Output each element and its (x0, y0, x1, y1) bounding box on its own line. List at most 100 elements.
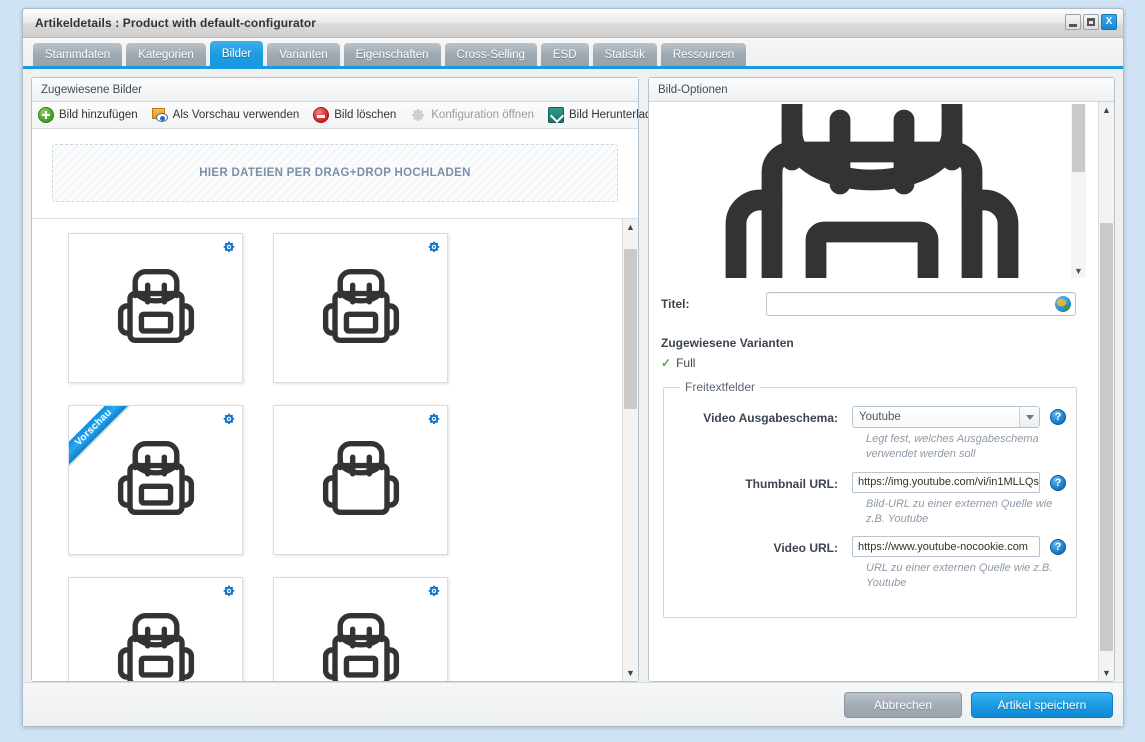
thumbnail-grid-area: Vorschau ▲ ▼ (32, 219, 638, 681)
freetext-fieldset: Freitextfelder Video Ausgabeschema: Yout… (663, 380, 1077, 619)
tab-stammdaten[interactable]: Stammdaten (33, 43, 123, 66)
tab-ressourcen[interactable]: Ressourcen (660, 43, 747, 66)
minus-circle-red-icon (313, 107, 330, 123)
options-scroll-track[interactable] (1099, 118, 1114, 665)
options-scroll-thumb[interactable] (1100, 223, 1113, 651)
main-content: Zugewiesene Bilder Bild hinzufügen Als V… (23, 69, 1123, 682)
add-image-button[interactable]: Bild hinzufügen (38, 107, 138, 123)
options-scroll-down-arrow[interactable]: ▼ (1099, 665, 1115, 681)
article-details-window: Artikeldetails : Product with default-co… (22, 8, 1124, 727)
minimize-button[interactable] (1065, 14, 1081, 30)
backpack-with-pocket (104, 254, 208, 363)
video-url-label: Video URL: (773, 541, 838, 556)
gear-blue-icon[interactable] (222, 584, 236, 598)
scroll-thumb[interactable] (624, 249, 637, 409)
preview-scroll-down-arrow[interactable]: ▼ (1071, 264, 1086, 278)
backpack-with-pocket (309, 254, 413, 363)
check-icon: ✓ (661, 356, 672, 370)
open-configuration-label: Konfiguration öffnen (431, 109, 534, 121)
thumbnail-url-row: Thumbnail URL: https://img.youtube.com/v… (674, 471, 1066, 493)
thumbnail-scrollbar[interactable]: ▲ ▼ (622, 219, 638, 681)
cancel-button[interactable]: Abbrechen (844, 691, 962, 718)
image-thumbnail[interactable] (273, 233, 448, 383)
backpack-preview (104, 426, 208, 535)
dropzone-wrapper: HIER DATEIEN PER DRAG+DROP HOCHLADEN (32, 129, 638, 219)
thumbnail-grid: Vorschau (32, 219, 622, 681)
use-as-preview-label: Als Vorschau verwenden (172, 109, 300, 121)
images-toolbar: Bild hinzufügen Als Vorschau verwenden B… (32, 102, 664, 129)
tab-eigenschaften[interactable]: Eigenschaften (343, 43, 441, 66)
image-options-scroll-content: ▼ Titel: Zugewiesene Varianten ✓ Full Fr… (649, 102, 1098, 681)
gear-blue-icon[interactable] (427, 584, 441, 598)
chevron-down-icon[interactable] (1019, 407, 1039, 427)
title-input[interactable] (766, 292, 1076, 316)
scroll-down-arrow[interactable]: ▼ (623, 665, 639, 681)
title-field-row: Titel: (649, 292, 1098, 316)
gear-blue-icon[interactable] (222, 240, 236, 254)
gear-blue-icon[interactable] (427, 412, 441, 426)
window-title: Artikeldetails : Product with default-co… (35, 16, 317, 30)
add-image-label: Bild hinzufügen (59, 109, 138, 121)
image-options-header: Bild-Optionen (649, 78, 1114, 102)
close-button[interactable]: X (1101, 14, 1117, 30)
thumbnail-url-input[interactable]: https://img.youtube.com/vi/in1MLLQs (852, 471, 1040, 493)
file-dropzone[interactable]: HIER DATEIEN PER DRAG+DROP HOCHLADEN (52, 144, 618, 202)
video-output-schema-help-button[interactable]: ? (1050, 409, 1066, 425)
backpack-with-pocket (309, 598, 413, 681)
open-configuration-button[interactable]: Konfiguration öffnen (410, 107, 534, 123)
video-output-schema-label: Video Ausgabeschema: (703, 411, 838, 425)
video-url-input[interactable]: https://www.youtube-nocookie.com (852, 536, 1040, 558)
video-output-schema-row: Video Ausgabeschema: Youtube ? (674, 406, 1066, 428)
window-controls: X (1065, 14, 1117, 30)
video-output-schema-select[interactable]: Youtube (852, 406, 1040, 428)
maximize-icon (1087, 18, 1095, 26)
thumbnail-url-hint: Bild-URL zu einer externen Quelle wie z.… (866, 497, 1053, 525)
backpack-plain (309, 426, 413, 535)
tab-varianten[interactable]: Varianten (267, 43, 340, 66)
variant-label: Full (676, 356, 696, 370)
image-thumbnail[interactable] (68, 577, 243, 681)
use-as-preview-button[interactable]: Als Vorschau verwenden (151, 107, 300, 123)
gear-gray-icon (410, 107, 426, 123)
preview-scrollbar[interactable]: ▼ (1071, 104, 1086, 278)
image-thumbnail[interactable] (273, 405, 448, 555)
image-thumbnail[interactable] (68, 233, 243, 383)
scroll-up-arrow[interactable]: ▲ (623, 219, 639, 235)
title-label: Titel: (661, 297, 690, 311)
globe-icon[interactable] (1055, 296, 1071, 312)
gear-blue-icon[interactable] (427, 240, 441, 254)
image-thumbnail[interactable]: Vorschau (68, 405, 243, 555)
tab-bar: Stammdaten Kategorien Bilder Varianten E… (23, 38, 1123, 69)
image-options-panel: Bild-Optionen ▼ Titel: Zugewiesene Varia… (648, 77, 1115, 682)
maximize-button[interactable] (1083, 14, 1099, 30)
backpack-large-preview (672, 104, 1072, 278)
download-image-button[interactable]: Bild Herunterladen (547, 107, 664, 123)
image-thumbnail[interactable] (273, 577, 448, 681)
tab-esd[interactable]: ESD (540, 43, 589, 66)
tab-bilder[interactable]: Bilder (209, 41, 264, 66)
plus-circle-green-icon (38, 107, 54, 123)
video-url-hint: URL zu einer externen Quelle wie z.B. Yo… (866, 562, 1053, 590)
thumbnail-url-help-button[interactable]: ? (1050, 474, 1066, 491)
freetext-legend: Freitextfelder (685, 380, 756, 394)
dialog-footer: Abbrechen Artikel speichern (23, 682, 1123, 726)
preview-scroll-thumb[interactable] (1072, 104, 1085, 172)
tab-cross-selling[interactable]: Cross-Selling (444, 43, 537, 66)
delete-image-label: Bild löschen (334, 109, 397, 121)
save-article-button[interactable]: Artikel speichern (971, 691, 1113, 718)
dropzone-label: HIER DATEIEN PER DRAG+DROP HOCHLADEN (199, 167, 471, 179)
options-scroll-up-arrow[interactable]: ▲ (1099, 102, 1115, 118)
assigned-variants-heading: Zugewiesene Varianten (661, 336, 794, 350)
image-options-scrollbar[interactable]: ▲ ▼ (1098, 102, 1114, 681)
video-url-help-button[interactable]: ? (1050, 539, 1066, 556)
delete-image-button[interactable]: Bild löschen (313, 107, 396, 123)
download-teal-icon (547, 107, 564, 123)
scroll-track[interactable] (623, 235, 638, 665)
tab-kategorien[interactable]: Kategorien (126, 43, 206, 66)
image-preview-viewport: ▼ (657, 104, 1086, 278)
variant-item-full[interactable]: ✓ Full (649, 356, 1098, 370)
tab-statistik[interactable]: Statistik (592, 43, 657, 66)
gear-blue-icon[interactable] (222, 412, 236, 426)
video-output-schema-hint: Legt fest, welches Ausgabeschema verwend… (866, 433, 1039, 460)
image-options-body: ▼ Titel: Zugewiesene Varianten ✓ Full Fr… (649, 102, 1114, 681)
